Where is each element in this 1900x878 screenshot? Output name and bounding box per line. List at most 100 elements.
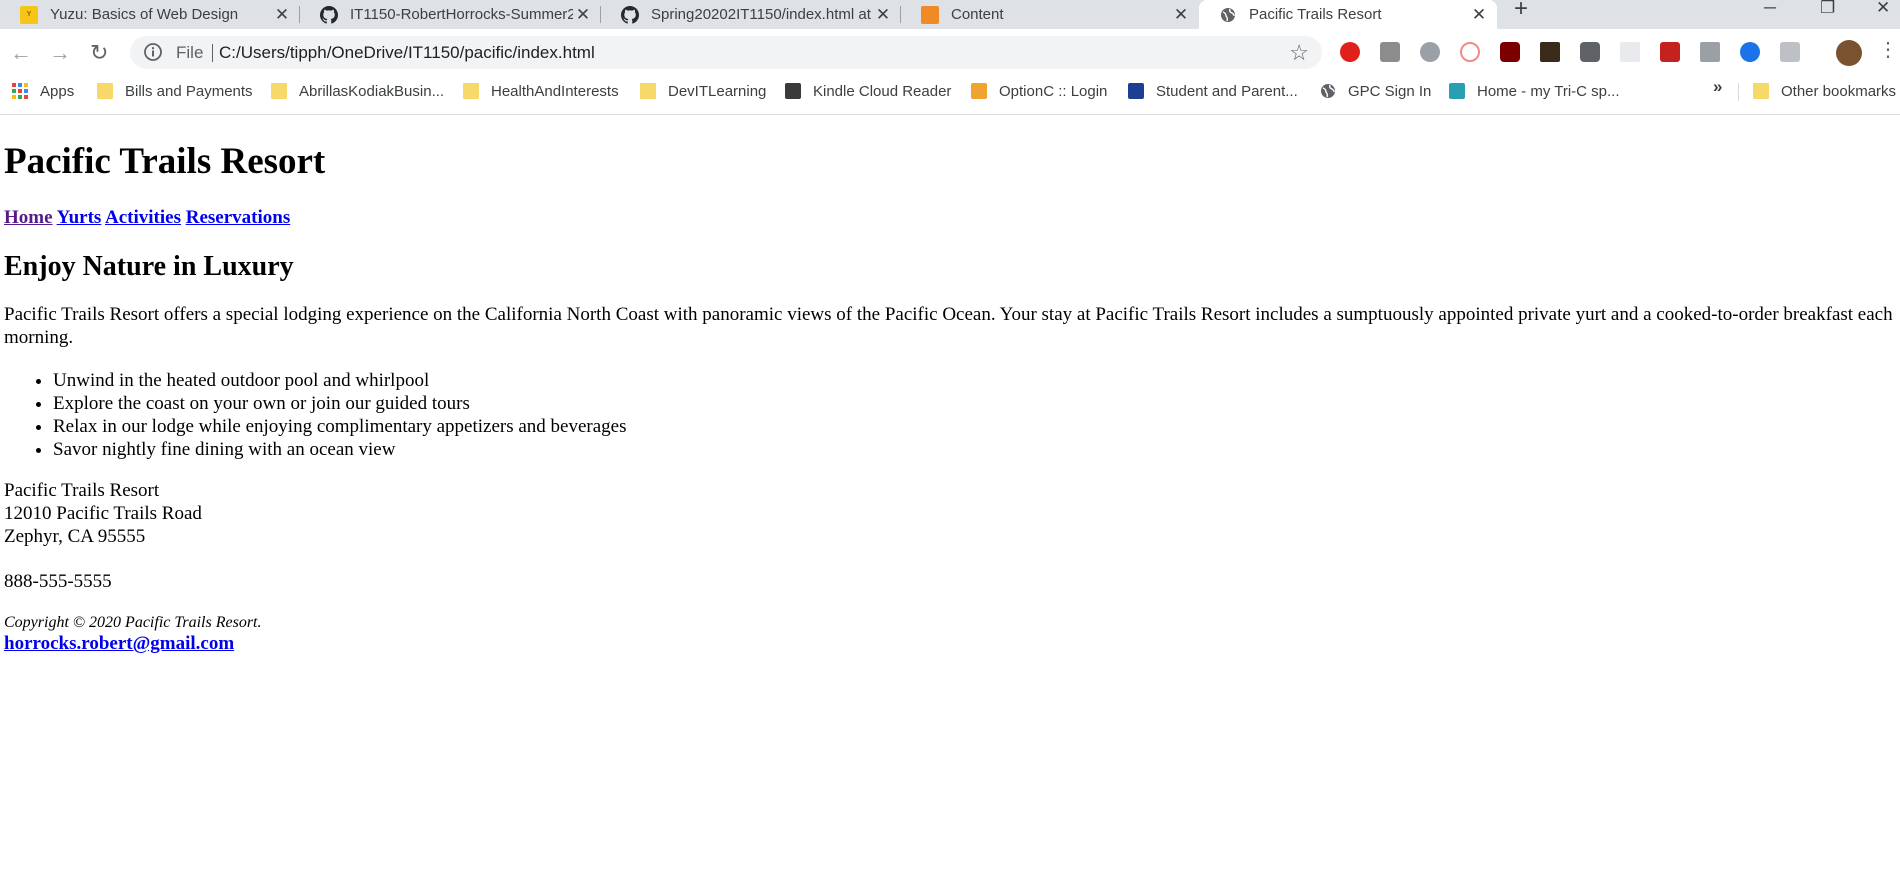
contact-address: Pacific Trails Resort 12010 Pacific Trai… xyxy=(4,479,1896,548)
contact-street: 12010 Pacific Trails Road xyxy=(4,503,202,524)
globe-icon xyxy=(1219,6,1237,24)
tab-github-repo[interactable]: IT1150-RobertHorrocks-Summer2 ✕ xyxy=(300,0,601,29)
close-icon[interactable]: ✕ xyxy=(573,0,593,29)
blocker-icon[interactable] xyxy=(1460,42,1480,62)
avatar[interactable] xyxy=(1836,40,1862,66)
shield-icon[interactable] xyxy=(1660,42,1680,62)
powerschool-icon xyxy=(1128,83,1144,99)
tab-yuzu[interactable]: Y Yuzu: Basics of Web Design ✕ xyxy=(0,0,300,29)
bookmark-label: Student and Parent... xyxy=(1156,82,1298,100)
folder-icon xyxy=(97,83,113,99)
tab-github-index[interactable]: Spring20202IT1150/index.html at ✕ xyxy=(601,0,901,29)
close-icon[interactable]: ✕ xyxy=(1469,0,1489,29)
photo-extension-icon[interactable] xyxy=(1540,42,1560,62)
drive-icon[interactable] xyxy=(1700,42,1720,62)
tab-title: IT1150-RobertHorrocks-Summer2 xyxy=(350,6,573,23)
close-icon[interactable]: ✕ xyxy=(1171,0,1191,29)
folder-icon xyxy=(1753,83,1769,99)
kindle-icon xyxy=(785,83,801,99)
screen-capture-icon[interactable] xyxy=(1620,42,1640,62)
ublock-icon[interactable] xyxy=(1500,42,1520,62)
nav-link-reservations[interactable]: Reservations xyxy=(186,207,290,228)
bookmark-label: AbrillasKodiakBusin... xyxy=(299,82,445,100)
bookmarks-divider xyxy=(1738,83,1739,101)
bookmark-abrillas-kodiak[interactable]: AbrillasKodiakBusin... xyxy=(271,75,444,107)
bookmarks-overflow-button[interactable]: » xyxy=(1713,77,1722,97)
restore-icon[interactable]: ❐ xyxy=(1820,0,1835,16)
site-nav: Home Yurts Activities Reservations xyxy=(4,207,1896,229)
tab-title: Content xyxy=(951,6,1004,23)
footer-email: horrocks.robert@gmail.com xyxy=(4,632,1896,655)
cast-icon[interactable] xyxy=(1780,42,1800,62)
folder-icon xyxy=(271,83,287,99)
forward-arrow-icon[interactable]: → xyxy=(49,42,71,64)
folder-icon xyxy=(640,83,656,99)
tab-pacific-trails[interactable]: Pacific Trails Resort ✕ xyxy=(1199,0,1497,29)
bookmark-label: GPC Sign In xyxy=(1348,82,1432,100)
section-heading: Enjoy Nature in Luxury xyxy=(4,251,294,282)
content-icon xyxy=(921,5,939,24)
github-icon xyxy=(320,5,338,24)
bookmark-apps[interactable]: Apps xyxy=(12,75,74,107)
contact-phone: 888-555-5555 xyxy=(4,571,112,592)
page-title: Pacific Trails Resort xyxy=(4,141,326,182)
close-icon[interactable]: ✕ xyxy=(873,0,893,29)
nav-link-activities[interactable]: Activities xyxy=(105,207,181,228)
bookmark-label: HealthAndInterests xyxy=(491,82,619,100)
github-icon xyxy=(621,5,639,24)
bookmark-star-icon[interactable]: ☆ xyxy=(1289,40,1309,66)
back-arrow-icon[interactable]: ← xyxy=(10,42,32,64)
bookmark-label: Bills and Payments xyxy=(125,82,253,100)
feature-list: Unwind in the heated outdoor pool and wh… xyxy=(4,369,1896,461)
bookmark-label: Other bookmarks xyxy=(1781,82,1897,100)
extension-icon[interactable] xyxy=(1380,42,1400,62)
page-content: Pacific Trails Resort Home Yurts Activit… xyxy=(0,116,1900,878)
minimize-icon[interactable]: ─ xyxy=(1764,0,1776,16)
skype-icon[interactable] xyxy=(1420,42,1440,62)
tab-content[interactable]: Content ✕ xyxy=(901,0,1199,29)
keep-icon[interactable] xyxy=(1580,42,1600,62)
contact-name: Pacific Trails Resort xyxy=(4,480,160,501)
yuzu-icon: Y xyxy=(20,5,38,24)
bookmark-health-and-interests[interactable]: HealthAndInterests xyxy=(463,75,619,107)
url-text[interactable]: C:/Users/tipph/OneDrive/IT1150/pacific/i… xyxy=(219,43,595,63)
opera-icon[interactable] xyxy=(1340,42,1360,62)
bookmark-gpc-sign-in[interactable]: GPC Sign In xyxy=(1320,75,1431,107)
bookmark-other-bookmarks[interactable]: Other bookmarks xyxy=(1753,75,1896,107)
apps-grid-icon xyxy=(12,83,28,99)
bookmark-optionc-login[interactable]: OptionC :: Login xyxy=(971,75,1107,107)
new-tab-button[interactable]: + xyxy=(1514,0,1528,21)
tric-icon xyxy=(1449,83,1465,99)
globe-icon xyxy=(1320,83,1336,99)
tab-title: Spring20202IT1150/index.html at xyxy=(651,6,871,23)
more-menu-icon[interactable]: ⋮ xyxy=(1878,40,1898,60)
nav-link-home[interactable]: Home xyxy=(4,207,53,228)
list-item: Relax in our lodge while enjoying compli… xyxy=(53,415,1896,438)
info-icon[interactable] xyxy=(143,42,163,67)
bookmark-my-tri-c[interactable]: Home - my Tri-C sp... xyxy=(1449,75,1620,107)
bookmark-kindle-cloud-reader[interactable]: Kindle Cloud Reader xyxy=(785,75,951,107)
bookmark-label: OptionC :: Login xyxy=(999,82,1108,100)
tab-strip: Y Yuzu: Basics of Web Design ✕ IT1150-Ro… xyxy=(0,0,1900,29)
tab-title: Yuzu: Basics of Web Design xyxy=(50,6,239,23)
list-item: Explore the coast on your own or join ou… xyxy=(53,392,1896,415)
close-window-icon[interactable]: ✕ xyxy=(1876,0,1890,16)
bookmark-label: Home - my Tri-C sp... xyxy=(1477,82,1620,100)
bookmark-bills-and-payments[interactable]: Bills and Payments xyxy=(97,75,253,107)
bookmark-label: Kindle Cloud Reader xyxy=(813,82,952,100)
reload-icon[interactable]: ↻ xyxy=(90,42,108,64)
tab-title: Pacific Trails Resort xyxy=(1249,6,1382,23)
close-icon[interactable]: ✕ xyxy=(272,0,292,29)
scheme-divider xyxy=(212,44,213,62)
nav-link-yurts[interactable]: Yurts xyxy=(57,207,102,228)
bookmark-devit-learning[interactable]: DevITLearning xyxy=(640,75,766,107)
browser-toolbar: ← → ↻ File C:/Users/tipph/OneDrive/IT115… xyxy=(0,29,1900,75)
address-bar[interactable]: File C:/Users/tipph/OneDrive/IT1150/paci… xyxy=(130,36,1322,69)
email-link[interactable]: horrocks.robert@gmail.com xyxy=(4,633,234,654)
list-item: Unwind in the heated outdoor pool and wh… xyxy=(53,369,1896,392)
bookmarks-bar: Apps Bills and Payments AbrillasKodiakBu… xyxy=(0,75,1900,115)
bookmark-student-and-parent[interactable]: Student and Parent... xyxy=(1128,75,1298,107)
url-scheme: File xyxy=(176,43,204,62)
optionc-icon xyxy=(971,83,987,99)
at-sign-icon[interactable] xyxy=(1740,42,1760,62)
